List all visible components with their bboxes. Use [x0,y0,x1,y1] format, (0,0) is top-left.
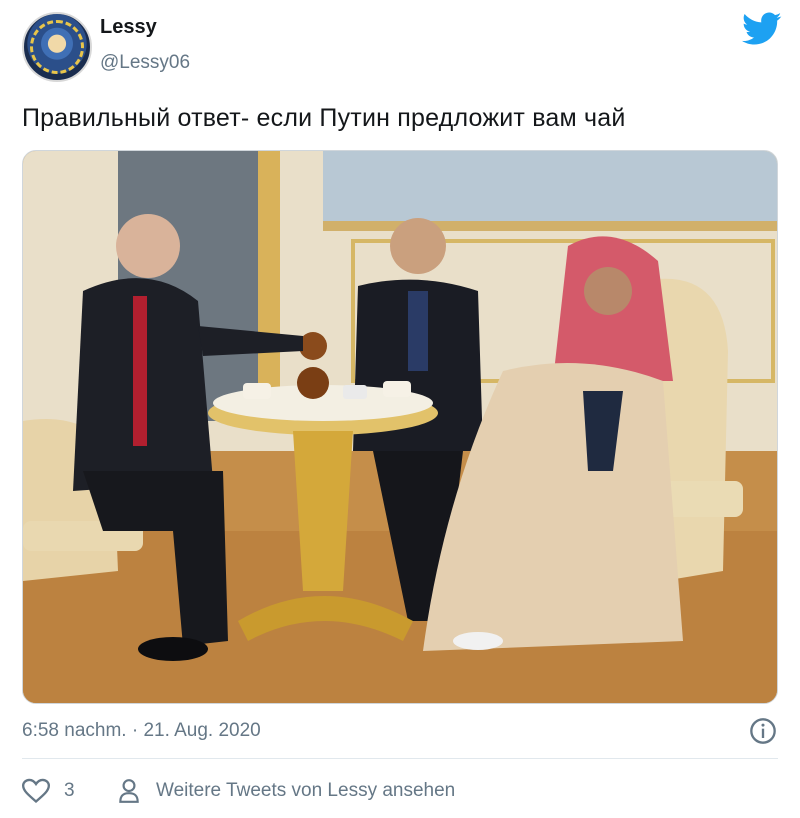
twitter-bird-icon[interactable] [742,12,782,46]
user-handle[interactable]: @Lessy06 [100,52,190,74]
more-tweets-link[interactable]: Weitere Tweets von Lessy ansehen [156,780,455,802]
tweet-timestamp[interactable]: 6:58 nachm. · 21. Aug. 2020 [22,720,261,742]
tweet-photo[interactable] [22,150,778,704]
avatar-emblem [30,20,84,74]
tweet-text: Правильный ответ- если Путин предложит в… [22,104,626,132]
photo-tea-meeting [23,151,777,703]
profile-icon[interactable] [118,778,140,804]
info-icon[interactable] [749,717,777,745]
heart-icon[interactable] [22,778,50,804]
display-name[interactable]: Lessy [100,16,157,39]
like-count[interactable]: 3 [64,780,75,802]
tweet-header: Lessy @Lessy06 [22,12,782,84]
divider [22,758,778,759]
tweet-actions: 3 Weitere Tweets von Lessy ansehen [22,776,778,808]
user-avatar[interactable] [22,12,92,82]
